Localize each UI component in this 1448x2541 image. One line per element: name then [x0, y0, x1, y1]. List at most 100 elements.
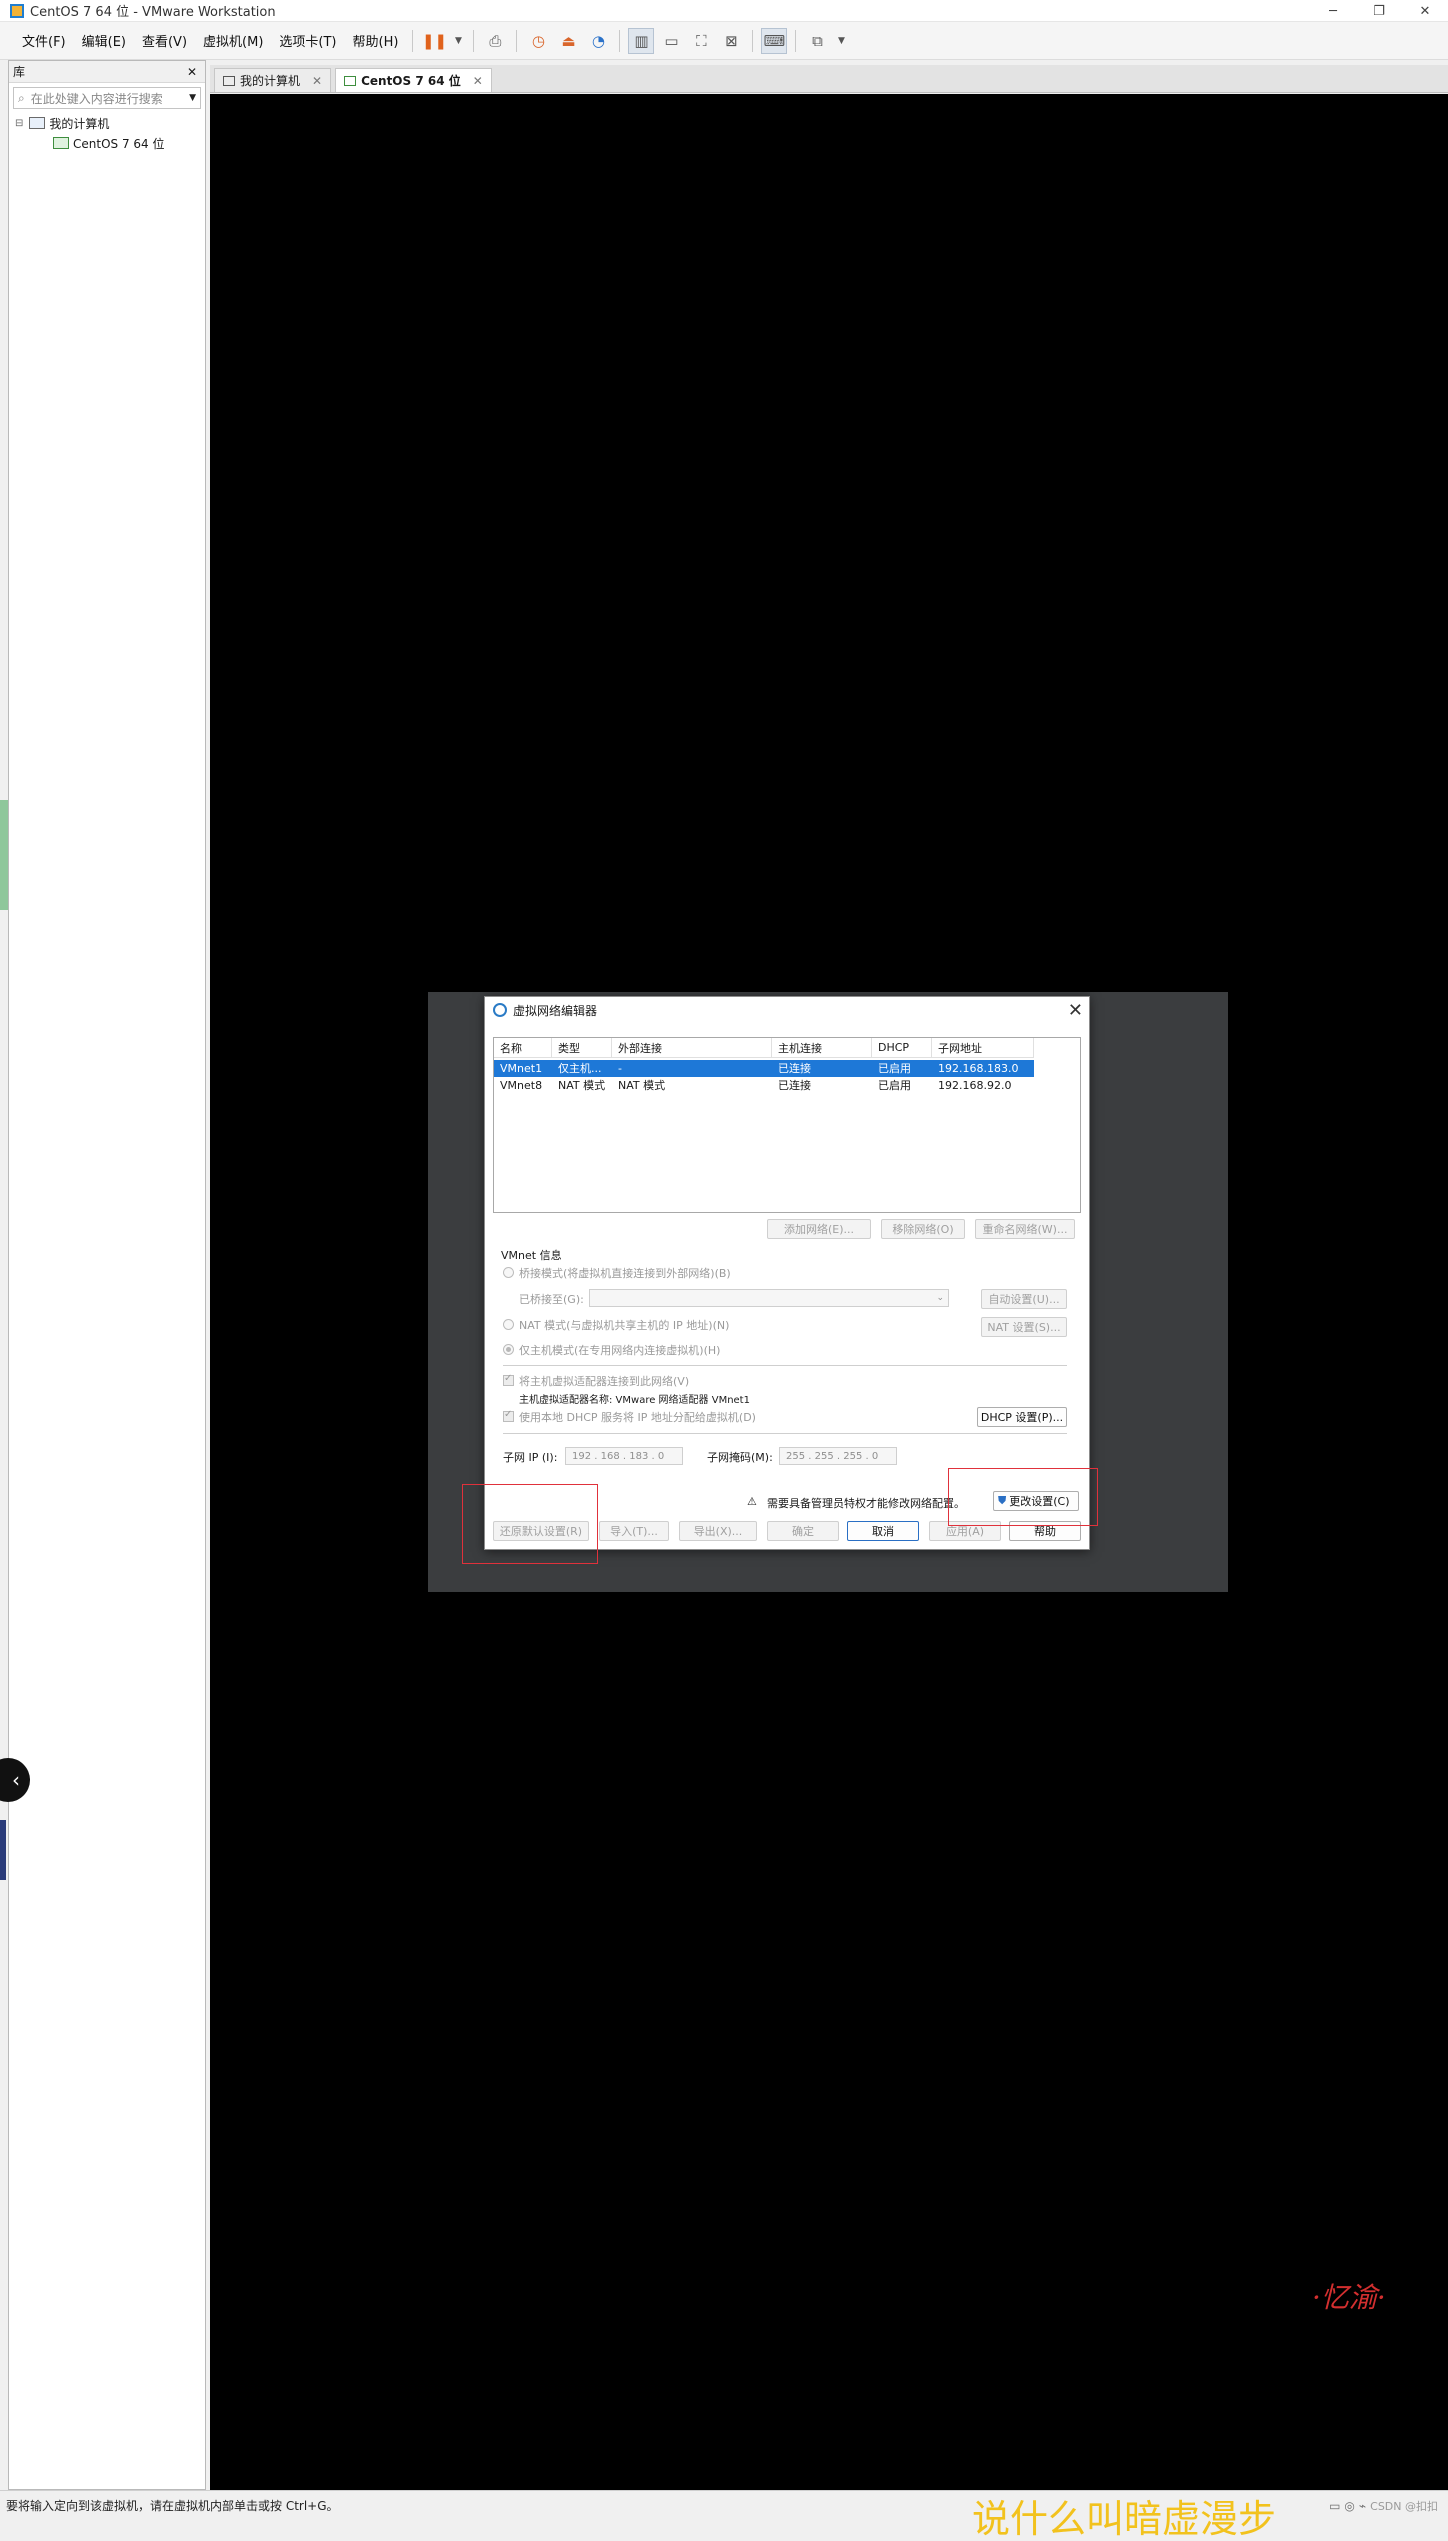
snapshot-manager-icon[interactable]: ◔: [585, 28, 611, 54]
usb-icon[interactable]: ⌁: [1359, 2499, 1366, 2513]
toolbar-separator: [619, 29, 621, 52]
dialog-title: 虚拟网络编辑器: [513, 1003, 598, 1018]
console-icon[interactable]: ⌨: [761, 27, 788, 54]
annotation-box-change-settings: [948, 1468, 1098, 1526]
column-header-host[interactable]: 主机连接: [772, 1038, 872, 1058]
host-only-radio[interactable]: [503, 1344, 514, 1355]
cd-drive-icon[interactable]: ◎: [1344, 2499, 1354, 2513]
toolbar-separator: [752, 29, 754, 52]
tree-item-centos[interactable]: CentOS 7 64 位: [9, 133, 205, 153]
bridged-to-label: 已桥接至(G):: [519, 1293, 584, 1306]
tree-item-my-computer[interactable]: ⊟ 我的计算机: [9, 113, 205, 133]
network-list[interactable]: 名称 类型 外部连接 主机连接 DHCP 子网地址 VMnet1 仅主机... …: [493, 1037, 1081, 1213]
dropdown-arrow-icon[interactable]: ▼: [451, 28, 465, 54]
tab-my-computer[interactable]: 我的计算机 ✕: [214, 68, 332, 92]
menu-vm[interactable]: 虚拟机(M): [195, 31, 271, 50]
subnet-mask-field[interactable]: 255 . 255 . 255 . 0: [779, 1447, 897, 1465]
menu-view[interactable]: 查看(V): [134, 31, 195, 50]
full-screen-icon[interactable]: ⛶: [688, 28, 714, 54]
auto-settings-button[interactable]: 自动设置(U)...: [981, 1289, 1067, 1309]
revert-snapshot-icon[interactable]: ⏏: [555, 28, 581, 54]
network-adapter-icon[interactable]: ▭: [1329, 2499, 1340, 2513]
nat-label: NAT 模式(与虚拟机共享主机的 IP 地址)(N): [519, 1319, 730, 1332]
snapshot-icon[interactable]: ◷: [525, 28, 551, 54]
window-title: CentOS 7 64 位 - VMware Workstation: [30, 5, 276, 20]
host-only-label: 仅主机模式(在专用网络内连接虚拟机)(H): [519, 1344, 721, 1357]
close-window-button[interactable]: ✕: [1402, 0, 1448, 22]
dhcp-checkbox[interactable]: [503, 1409, 514, 1422]
toolbar-separator: [516, 29, 518, 52]
close-tab-icon[interactable]: ✕: [312, 74, 322, 88]
add-network-button[interactable]: 添加网络(E)...: [767, 1219, 871, 1239]
toolbar-separator: [473, 29, 475, 52]
tab-bar: 我的计算机 ✕ CentOS 7 64 位 ✕: [210, 65, 1448, 93]
import-button[interactable]: 导入(T)...: [599, 1521, 669, 1541]
pause-icon[interactable]: ❚❚: [421, 28, 447, 54]
library-search-input[interactable]: ⌕ 在此处键入内容进行搜索 ▼: [13, 87, 201, 109]
left-edge-strip: [0, 800, 8, 910]
collapse-tree-icon[interactable]: ⊟: [15, 118, 23, 129]
connect-adapter-label: 将主机虚拟适配器连接到此网络(V): [519, 1375, 690, 1388]
search-icon: ⌕: [18, 90, 25, 105]
subnet-mask-label: 子网掩码(M):: [707, 1451, 773, 1464]
dropdown-arrow-icon[interactable]: ▼: [834, 28, 848, 54]
status-icons: ▭ ◎ ⌁ CSDN @扣扣: [1329, 2498, 1438, 2514]
watermark-signature: ·忆渝·: [1312, 2281, 1386, 2314]
menu-file[interactable]: 文件(F): [14, 31, 74, 50]
restore-button[interactable]: ❐: [1356, 0, 1402, 22]
bridged-label: 桥接模式(将虚拟机直接连接到外部网络)(B): [519, 1267, 731, 1280]
tab-centos[interactable]: CentOS 7 64 位 ✕: [335, 68, 492, 92]
network-globe-icon: [493, 1003, 507, 1017]
cell-name: VMnet8: [500, 1079, 543, 1092]
menu-edit[interactable]: 编辑(E): [74, 31, 134, 50]
column-header-subnet[interactable]: 子网地址: [932, 1038, 1034, 1058]
stretch-icon[interactable]: ⧉: [804, 28, 830, 54]
bridged-to-select[interactable]: ⌄: [589, 1289, 949, 1307]
dhcp-label: 使用本地 DHCP 服务将 IP 地址分配给虚拟机(D): [519, 1411, 756, 1424]
search-placeholder: 在此处键入内容进行搜索: [30, 91, 163, 106]
send-ctrl-alt-del-icon[interactable]: ⎙: [482, 28, 508, 54]
cancel-button[interactable]: 取消: [847, 1521, 919, 1541]
cell-name: VMnet1: [500, 1062, 543, 1075]
chevron-down-icon[interactable]: ▼: [189, 93, 196, 103]
dhcp-settings-button[interactable]: DHCP 设置(P)...: [977, 1407, 1067, 1427]
subnet-ip-label: 子网 IP (I):: [503, 1451, 558, 1464]
network-row[interactable]: VMnet8 NAT 模式 NAT 模式 已连接 已启用 192.168.92.…: [494, 1077, 1034, 1094]
menu-help[interactable]: 帮助(H): [345, 31, 407, 50]
column-header-dhcp[interactable]: DHCP: [872, 1038, 932, 1058]
unity-icon[interactable]: ⊠: [718, 28, 744, 54]
thumbnail-view-icon[interactable]: ▭: [658, 28, 684, 54]
subnet-ip-field[interactable]: 192 . 168 . 183 . 0: [565, 1447, 683, 1465]
nat-settings-button[interactable]: NAT 设置(S)...: [981, 1317, 1067, 1337]
column-header-type[interactable]: 类型: [552, 1038, 612, 1058]
connect-adapter-checkbox[interactable]: [503, 1373, 514, 1386]
close-dialog-icon[interactable]: ✕: [1068, 1000, 1083, 1021]
divider: [503, 1433, 1067, 1434]
admin-warning-text: 需要具备管理员特权才能修改网络配置。: [767, 1497, 965, 1510]
cell-external: NAT 模式: [618, 1079, 666, 1092]
status-text: 要将输入定向到该虚拟机，请在虚拟机内部单击或按 Ctrl+G。: [6, 2499, 339, 2513]
vmnet-info-label: VMnet 信息: [501, 1249, 562, 1262]
warning-icon: ⚠: [747, 1495, 757, 1508]
export-button[interactable]: 导出(X)...: [679, 1521, 757, 1541]
column-header-name[interactable]: 名称: [494, 1038, 552, 1058]
cell-subnet: 192.168.183.0: [938, 1062, 1019, 1075]
adapter-name-label: 主机虚拟适配器名称: VMware 网络适配器 VMnet1: [519, 1395, 750, 1406]
bridged-radio[interactable]: [503, 1267, 514, 1278]
nat-radio[interactable]: [503, 1319, 514, 1330]
vmware-app-icon: [10, 3, 24, 18]
remove-network-button[interactable]: 移除网络(O): [881, 1219, 965, 1239]
column-header-external[interactable]: 外部连接: [612, 1038, 772, 1058]
cell-type: 仅主机...: [558, 1062, 602, 1075]
toolbar-separator: [412, 29, 414, 52]
cell-type: NAT 模式: [558, 1079, 606, 1092]
minimize-button[interactable]: ─: [1310, 0, 1356, 22]
library-view-icon[interactable]: ▥: [628, 27, 655, 54]
network-row[interactable]: VMnet1 仅主机... - 已连接 已启用 192.168.183.0: [494, 1060, 1034, 1077]
rename-network-button[interactable]: 重命名网络(W)...: [975, 1219, 1075, 1239]
close-library-icon[interactable]: ✕: [187, 65, 197, 79]
menu-tabs[interactable]: 选项卡(T): [271, 31, 344, 50]
cell-external: -: [618, 1062, 622, 1075]
close-tab-icon[interactable]: ✕: [473, 74, 483, 88]
ok-button[interactable]: 确定: [767, 1521, 839, 1541]
